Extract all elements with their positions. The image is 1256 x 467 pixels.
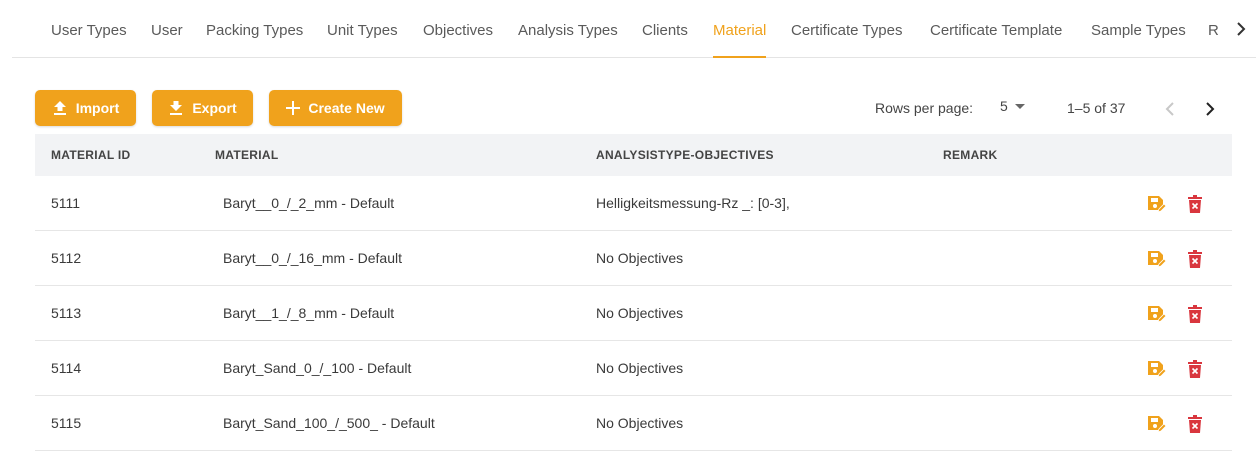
table-row: 5111 Baryt__0_/_2_mm - Default Helligkei… <box>35 176 1232 231</box>
import-button[interactable]: Import <box>35 90 136 126</box>
material-cell: Baryt_Sand_100_/_500_ - Default <box>223 415 435 431</box>
save-edit-icon <box>1148 416 1166 433</box>
import-label: Import <box>75 100 120 116</box>
download-icon <box>170 101 183 115</box>
delete-button[interactable] <box>1184 248 1206 270</box>
trash-icon <box>1188 360 1202 378</box>
save-edit-icon <box>1148 251 1166 268</box>
column-header-material[interactable]: MATERIAL <box>215 148 279 162</box>
chevron-left-icon <box>1165 102 1174 116</box>
edit-button[interactable] <box>1145 193 1167 215</box>
material-cell: Baryt_Sand_0_/_100 - Default <box>223 360 412 376</box>
tab-user[interactable]: User <box>151 22 183 58</box>
tab-truncated[interactable]: R <box>1208 22 1222 39</box>
table-header: MATERIAL ID MATERIAL ANALYSISTYPE-OBJECT… <box>35 134 1232 176</box>
save-edit-icon <box>1148 196 1166 213</box>
column-header-remark[interactable]: REMARK <box>943 148 997 162</box>
edit-button[interactable] <box>1145 248 1167 270</box>
tab-bar: User Types User Packing Types Unit Types… <box>12 0 1256 58</box>
objectives-cell: Helligkeitsmessung-Rz _: [0-3], <box>596 195 790 211</box>
rows-per-page-label: Rows per page: <box>875 100 974 116</box>
plus-icon <box>286 101 301 115</box>
upload-icon <box>53 101 66 115</box>
material-cell: Baryt__0_/_2_mm - Default <box>223 195 395 211</box>
tab-clients[interactable]: Clients <box>642 22 688 58</box>
chevron-right-icon[interactable] <box>1236 22 1246 42</box>
column-header-material-id[interactable]: MATERIAL ID <box>51 148 131 162</box>
delete-button[interactable] <box>1184 413 1206 435</box>
pagination-range: 1–5 of 37 <box>1067 100 1126 116</box>
delete-button[interactable] <box>1184 303 1206 325</box>
objectives-cell: No Objectives <box>596 305 684 321</box>
previous-page-button[interactable] <box>1159 98 1181 120</box>
objectives-cell: No Objectives <box>596 250 684 266</box>
chevron-right-icon <box>1206 102 1215 116</box>
tab-objectives[interactable]: Objectives <box>423 22 493 58</box>
rows-per-page-select[interactable]: 5 <box>1000 98 1028 114</box>
trash-icon <box>1188 250 1202 268</box>
save-edit-icon <box>1148 306 1166 323</box>
table-row: 5113 Baryt__1_/_8_mm - Default No Object… <box>35 286 1232 341</box>
tab-user-types[interactable]: User Types <box>51 22 127 58</box>
tab-packing-types[interactable]: Packing Types <box>206 22 303 58</box>
material-id-cell: 5111 <box>51 195 81 211</box>
objectives-cell: No Objectives <box>596 360 684 376</box>
table-row: 5112 Baryt__0_/_16_mm - Default No Objec… <box>35 231 1232 286</box>
material-id-cell: 5115 <box>51 415 82 431</box>
tab-unit-types[interactable]: Unit Types <box>327 22 398 58</box>
edit-button[interactable] <box>1145 413 1167 435</box>
export-label: Export <box>192 100 237 116</box>
edit-button[interactable] <box>1145 303 1167 325</box>
table-row: 5114 Baryt_Sand_0_/_100 - Default No Obj… <box>35 341 1232 396</box>
export-button[interactable]: Export <box>152 90 253 126</box>
material-id-cell: 5114 <box>51 360 82 376</box>
delete-button[interactable] <box>1184 193 1206 215</box>
caret-down-icon <box>1014 104 1025 109</box>
tab-certificate-types[interactable]: Certificate Types <box>791 22 902 58</box>
tab-certificate-template[interactable]: Certificate Template <box>930 22 1062 58</box>
tab-sample-types[interactable]: Sample Types <box>1091 22 1186 58</box>
next-page-button[interactable] <box>1199 98 1221 120</box>
tab-analysis-types[interactable]: Analysis Types <box>518 22 618 58</box>
column-header-objectives[interactable]: ANALYSISTYPE-OBJECTIVES <box>596 148 774 162</box>
objectives-cell: No Objectives <box>596 415 684 431</box>
tab-material[interactable]: Material <box>713 22 767 58</box>
material-cell: Baryt__1_/_8_mm - Default <box>223 305 395 321</box>
material-id-cell: 5113 <box>51 305 82 321</box>
save-edit-icon <box>1148 361 1166 378</box>
delete-button[interactable] <box>1184 358 1206 380</box>
trash-icon <box>1188 195 1202 213</box>
edit-button[interactable] <box>1145 358 1167 380</box>
trash-icon <box>1188 415 1202 433</box>
rows-per-page-value: 5 <box>1000 98 1008 114</box>
material-id-cell: 5112 <box>51 250 82 266</box>
trash-icon <box>1188 305 1202 323</box>
material-cell: Baryt__0_/_16_mm - Default <box>223 250 402 266</box>
table-row: 5115 Baryt_Sand_100_/_500_ - Default No … <box>35 396 1232 451</box>
create-new-label: Create New <box>308 100 385 116</box>
create-new-button[interactable]: Create New <box>269 90 402 126</box>
